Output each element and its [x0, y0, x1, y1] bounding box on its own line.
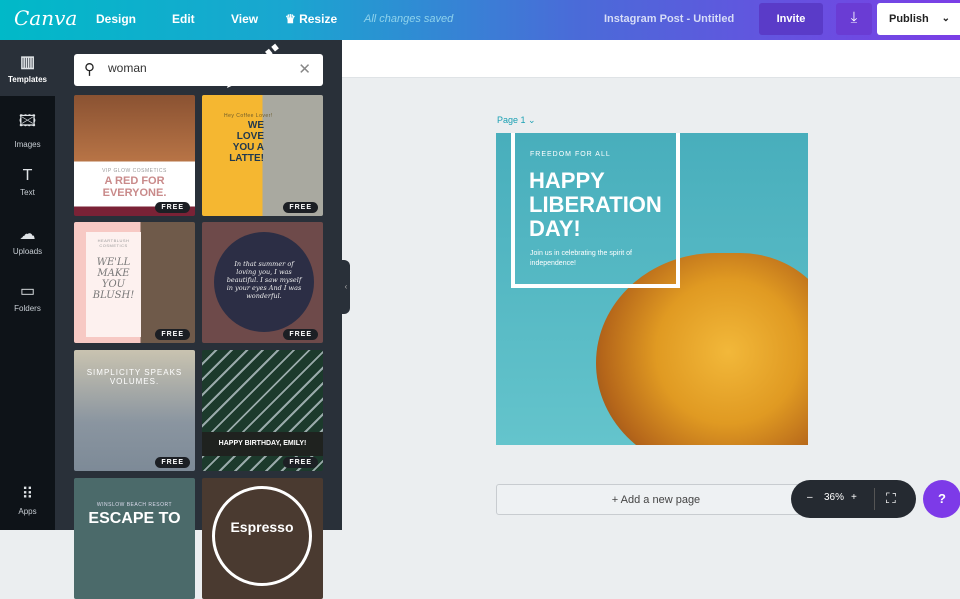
template-thumbnail[interactable]: SIMPLICITY SPEAKS VOLUMES. FREE — [74, 350, 195, 471]
free-badge: FREE — [283, 202, 318, 213]
free-badge: FREE — [155, 202, 190, 213]
clear-search-icon[interactable]: ✕ — [298, 60, 311, 78]
document-title[interactable]: Instagram Post - Untitled — [604, 13, 734, 25]
search-icon: ⚲ — [84, 61, 95, 78]
publish-button[interactable]: Publish ⌄ — [877, 3, 960, 35]
chevron-down-icon: ⌄ — [941, 13, 950, 24]
collapse-panel-handle[interactable]: ‹ — [342, 260, 350, 314]
menu-view[interactable]: View — [231, 12, 258, 26]
sidebar-item-templates[interactable]: ▥ Templates — [0, 40, 55, 96]
top-bar: Canva Design Edit View ♛ Resize All chan… — [0, 0, 960, 40]
template-thumbnail[interactable]: Espresso — [202, 478, 323, 599]
template-subtitle: VIP GLOW COSMETICS — [102, 168, 167, 174]
template-subtitle: HEARTBLUSH COSMETICS — [97, 238, 130, 248]
crown-icon: ♛ — [285, 12, 300, 26]
zoom-controls: – 36% + ⛶ — [791, 480, 916, 518]
zoom-in-button[interactable]: + — [851, 492, 857, 503]
template-subtitle: Hey Coffee Lover! — [224, 113, 273, 119]
body-text[interactable]: Join us in celebrating the spirit of ind… — [530, 249, 655, 269]
templates-icon: ▥ — [19, 54, 36, 71]
template-thumbnail[interactable]: VIP GLOW COSMETICS A RED FOR EVERYONE. F… — [74, 95, 195, 216]
fullscreen-icon[interactable]: ⛶ — [886, 490, 896, 507]
apps-grid-icon: ⠿ — [21, 486, 34, 503]
pointer-arrow-icon — [227, 43, 279, 88]
help-button[interactable]: ? — [923, 480, 960, 518]
free-badge: FREE — [283, 329, 318, 340]
template-subtitle: WINSLOW BEACH RESORT — [96, 502, 173, 508]
headline-text[interactable]: HAPPY LIBERATION DAY! — [529, 169, 669, 241]
sidebar: ▥ Templates 🖾 Images T Text ☁ Uploads ▭ Folde… — [0, 40, 55, 530]
templates-panel: ⚲ ✕ VIP GLOW COSMETICS A RED FOR EVERYON… — [55, 40, 342, 599]
folder-icon: ▭ — [19, 283, 36, 300]
template-thumbnail[interactable]: HAPPY BIRTHDAY, EMILY! FREE — [202, 350, 323, 471]
divider — [874, 488, 875, 510]
sidebar-item-folders[interactable]: ▭ Folders — [0, 269, 55, 325]
sidebar-item-apps[interactable]: ⠿ Apps — [0, 472, 55, 528]
menu-design[interactable]: Design — [96, 12, 136, 26]
chevron-down-icon: ⌄ — [528, 115, 536, 125]
search-box[interactable]: ⚲ ✕ — [74, 54, 323, 86]
template-thumbnail[interactable]: Hey Coffee Lover! WE LOVE YOU A LATTE! F… — [202, 95, 323, 216]
download-icon: ⤓ — [850, 9, 858, 26]
sidebar-item-text[interactable]: T Text — [0, 155, 55, 211]
sidebar-item-uploads[interactable]: ☁ Uploads — [0, 212, 55, 268]
canvas-toolbar — [342, 40, 960, 78]
image-icon: 🖾 — [18, 113, 37, 130]
page-selector[interactable]: Page 1 ⌄ — [497, 115, 536, 126]
add-page-button[interactable]: + Add a new page — [496, 484, 816, 515]
template-thumbnail[interactable]: WE'LL MAKE YOU BLUSH! HEARTBLUSH COSMETI… — [74, 222, 195, 343]
upload-icon: ☁ — [19, 226, 36, 243]
free-badge: FREE — [155, 457, 190, 468]
template-thumbnail[interactable]: WINSLOW BEACH RESORT ESCAPE TO — [74, 478, 195, 599]
invite-button[interactable]: Invite — [759, 3, 823, 35]
canva-logo[interactable]: Canva — [14, 6, 77, 30]
free-badge: FREE — [155, 329, 190, 340]
sidebar-item-images[interactable]: 🖾 Images — [0, 98, 55, 154]
menu-edit[interactable]: Edit — [172, 12, 195, 26]
design-canvas[interactable]: FREEDOM FOR ALL HAPPY LIBERATION DAY! Jo… — [496, 133, 808, 445]
download-button[interactable]: ⤓ — [836, 3, 872, 35]
text-icon: T — [22, 167, 33, 184]
menu-resize[interactable]: ♛ Resize — [285, 12, 337, 26]
template-thumbnail[interactable]: In that summer of loving you, I was beau… — [202, 222, 323, 343]
zoom-out-button[interactable]: – — [807, 492, 813, 503]
free-badge: FREE — [283, 457, 318, 468]
kicker-text[interactable]: FREEDOM FOR ALL — [530, 151, 611, 158]
save-status: All changes saved — [364, 13, 454, 25]
zoom-level[interactable]: 36% — [824, 492, 844, 503]
